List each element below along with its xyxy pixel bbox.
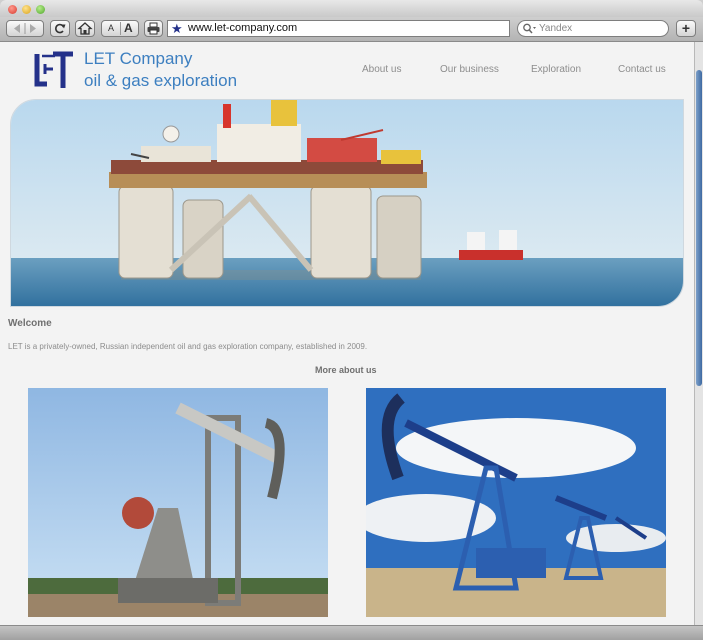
- title-bar: [0, 0, 703, 17]
- back-arrow-icon[interactable]: [7, 21, 43, 36]
- pumpjacks-field-image: [366, 388, 666, 617]
- nav-about-us[interactable]: About us: [362, 64, 401, 75]
- nav-exploration[interactable]: Exploration: [531, 64, 581, 75]
- status-bar: [0, 625, 703, 640]
- vertical-scrollbar[interactable]: [694, 42, 703, 625]
- more-about-us-link[interactable]: More about us: [315, 365, 377, 375]
- company-logo: [34, 51, 73, 88]
- home-icon: [77, 22, 93, 35]
- reload-icon: [55, 23, 66, 34]
- print-button[interactable]: [144, 20, 163, 37]
- address-bar[interactable]: ★ www.let-company.com: [167, 20, 510, 37]
- minimize-window-button[interactable]: [22, 5, 31, 14]
- scrollbar-thumb[interactable]: [696, 70, 702, 386]
- text-smaller-button[interactable]: A: [108, 21, 114, 36]
- site-brand[interactable]: LET Company oil & gas exploration: [84, 48, 237, 92]
- new-tab-button[interactable]: +: [676, 20, 696, 37]
- search-icon: [523, 23, 536, 34]
- oil-platform-image: [11, 100, 683, 306]
- reload-button[interactable]: [50, 20, 70, 37]
- page-content: LET Company oil & gas exploration About …: [0, 42, 694, 625]
- search-placeholder: Yandex: [539, 23, 573, 34]
- nav-our-business[interactable]: Our business: [440, 64, 499, 75]
- url-text[interactable]: www.let-company.com: [188, 21, 297, 36]
- company-description: LET is a privately-owned, Russian indepe…: [8, 342, 368, 351]
- brand-line1: LET Company: [84, 49, 193, 68]
- browser-toolbar: A A ★ www.let-company.com Yandex +: [0, 17, 703, 42]
- zoom-window-button[interactable]: [36, 5, 45, 14]
- print-icon: [147, 22, 160, 35]
- divider: [120, 22, 121, 35]
- star-icon[interactable]: ★: [171, 21, 183, 36]
- text-size-group: A A: [101, 20, 139, 37]
- close-window-button[interactable]: [8, 5, 17, 14]
- pumpjack-image: [28, 388, 328, 617]
- forward-arrow-icon: [30, 24, 36, 33]
- text-bigger-button[interactable]: A: [124, 21, 133, 36]
- pumpjack-photo-left: [28, 388, 328, 617]
- hero-banner: [10, 99, 684, 307]
- home-button[interactable]: [75, 20, 95, 37]
- pumpjack-photo-right: [366, 388, 666, 617]
- welcome-heading: Welcome: [8, 318, 52, 329]
- nav-contact-us[interactable]: Contact us: [618, 64, 666, 75]
- search-field[interactable]: Yandex: [517, 20, 669, 37]
- browser-window: A A ★ www.let-company.com Yandex + LET C…: [0, 0, 703, 640]
- back-forward-group: [6, 20, 44, 37]
- brand-line2: oil & gas exploration: [84, 71, 238, 90]
